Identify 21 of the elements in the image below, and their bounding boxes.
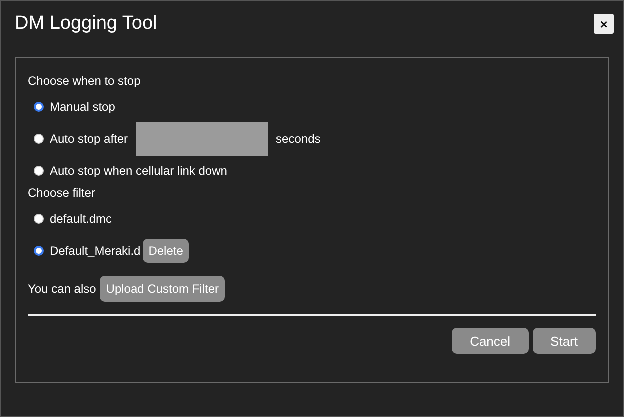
upload-text: You can also <box>28 282 96 296</box>
radio-button[interactable] <box>34 246 44 256</box>
dialog-title: DM Logging Tool <box>15 13 158 35</box>
option-label: Manual stop <box>50 100 116 114</box>
option-label: Default_Meraki.d <box>50 244 141 258</box>
radio-button[interactable] <box>34 102 44 112</box>
section-heading: Choose when to stop <box>28 74 142 88</box>
seconds-field[interactable] <box>136 122 268 156</box>
unit-label: seconds <box>276 132 321 146</box>
radio-button[interactable] <box>34 214 44 224</box>
option-label: default.dmc <box>50 212 112 226</box>
upload-button[interactable]: Upload Custom Filter <box>100 276 225 302</box>
delete-button[interactable]: Delete <box>142 239 190 263</box>
option-label: Auto stop after <box>50 132 128 146</box>
close-button[interactable]: × <box>594 14 614 34</box>
dialog-button[interactable]: Cancel <box>452 328 529 354</box>
option-label: Auto stop when cellular link down <box>50 164 228 178</box>
radio-button[interactable] <box>34 166 44 176</box>
section-heading: Choose filter <box>28 186 96 200</box>
radio-button[interactable] <box>34 134 44 144</box>
dialog-button[interactable]: Start <box>532 328 596 354</box>
